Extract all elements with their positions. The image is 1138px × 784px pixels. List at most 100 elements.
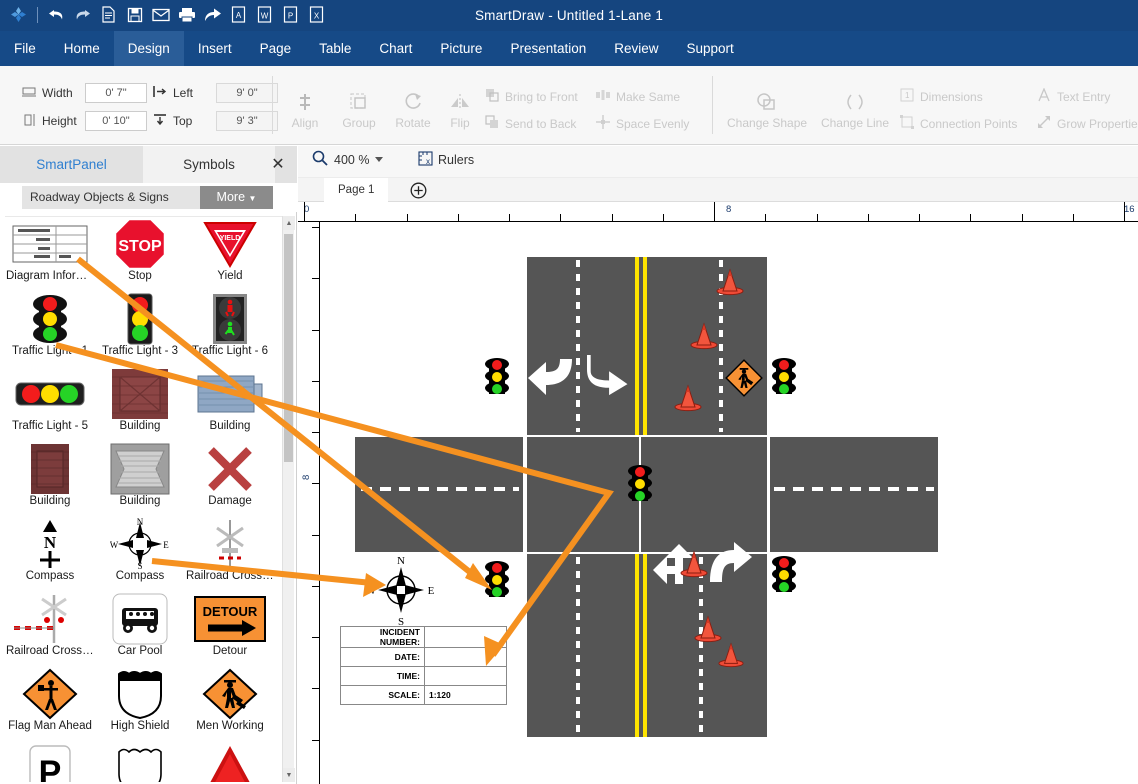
symbol-traffic-light-6[interactable]: Traffic Light - 6 bbox=[185, 292, 275, 367]
road-west-segment[interactable] bbox=[355, 436, 523, 553]
symbol-flag-man-ahead[interactable]: Flag Man Ahead bbox=[5, 667, 95, 742]
dimensions-button[interactable]: 1 Dimensions bbox=[900, 88, 983, 105]
symbol-compass-rose[interactable]: N S W E Compass bbox=[95, 517, 185, 592]
scrollbar-thumb[interactable] bbox=[284, 234, 293, 462]
bring-to-front-button[interactable]: Bring to Front bbox=[485, 88, 578, 105]
date-value[interactable] bbox=[425, 648, 507, 667]
traffic-cone[interactable] bbox=[673, 384, 695, 406]
rulers-toggle-button[interactable]: x Rulers bbox=[418, 151, 474, 169]
symbol-building-gray-roof[interactable]: Building bbox=[95, 442, 185, 517]
grow-properties-button[interactable]: Grow Properties bbox=[1037, 115, 1138, 132]
connection-points-button[interactable]: Connection Points bbox=[900, 115, 1017, 132]
arrow-right-turn-upper[interactable] bbox=[585, 355, 633, 400]
traffic-cone[interactable] bbox=[715, 268, 737, 290]
arrow-left-turn-upper[interactable] bbox=[526, 355, 574, 400]
align-button[interactable]: Align bbox=[277, 80, 333, 130]
scroll-down-icon[interactable]: ▼ bbox=[283, 768, 295, 782]
traffic-light-south-west[interactable] bbox=[483, 558, 511, 605]
symbol-railroad-crossing-sign[interactable]: Railroad Crossing... bbox=[185, 517, 275, 592]
send-to-back-button[interactable]: Send to Back bbox=[485, 115, 576, 132]
canvas-compass[interactable]: N S W E bbox=[364, 552, 436, 624]
symbol-car-pool[interactable]: Car Pool bbox=[95, 592, 185, 667]
symbol-detour[interactable]: DETOUR Detour bbox=[185, 592, 275, 667]
canvas-men-working-sign[interactable] bbox=[724, 358, 758, 392]
export-excel-icon[interactable]: X bbox=[306, 4, 327, 25]
symbol-men-working[interactable]: Men Working bbox=[185, 667, 275, 742]
tab-symbols[interactable]: Symbols bbox=[143, 146, 275, 183]
menu-item-picture[interactable]: Picture bbox=[426, 31, 496, 66]
menu-item-page[interactable]: Page bbox=[246, 31, 306, 66]
close-panel-icon[interactable]: ✕ bbox=[265, 146, 291, 183]
email-icon[interactable] bbox=[150, 4, 171, 25]
symbol-traffic-light-1[interactable]: Traffic Light - 1 bbox=[5, 292, 95, 367]
page-tab-1[interactable]: Page 1 bbox=[324, 178, 388, 202]
export-pdf-icon[interactable]: A bbox=[228, 4, 249, 25]
new-document-icon[interactable] bbox=[98, 4, 119, 25]
symbol-compass-north-cross[interactable]: N Compass bbox=[5, 517, 95, 592]
table-row[interactable]: TIME: bbox=[341, 667, 507, 686]
symbol-traffic-light-3[interactable]: Traffic Light - 3 bbox=[95, 292, 185, 367]
symbol-stop-sign[interactable]: STOP Stop bbox=[95, 217, 185, 292]
text-entry-button[interactable]: Text Entry bbox=[1037, 88, 1110, 105]
traffic-cone[interactable] bbox=[689, 322, 711, 344]
traffic-light-center[interactable] bbox=[626, 462, 654, 509]
drawing-canvas[interactable]: N S W E INCIDENT NUMBER: DATE: TIME: SCA… bbox=[321, 222, 1138, 784]
traffic-cone[interactable] bbox=[679, 550, 701, 572]
traffic-light-north-west[interactable] bbox=[483, 355, 511, 402]
export-powerpoint-icon[interactable]: P bbox=[280, 4, 301, 25]
table-row[interactable]: DATE: bbox=[341, 648, 507, 667]
change-line-button[interactable]: Change Line bbox=[818, 80, 892, 130]
menu-item-design[interactable]: Design bbox=[114, 31, 184, 66]
top-input[interactable]: 9' 3" bbox=[216, 111, 278, 131]
symbol-route-shield-blank[interactable] bbox=[95, 742, 185, 782]
symbol-yield-sign[interactable]: YIELD Yield bbox=[185, 217, 275, 292]
redo-icon[interactable] bbox=[72, 4, 93, 25]
menu-item-chart[interactable]: Chart bbox=[365, 31, 426, 66]
symbol-traffic-light-5[interactable]: Traffic Light - 5 bbox=[5, 367, 95, 442]
incident-number-value[interactable] bbox=[425, 627, 507, 648]
symbol-building-brick-tall[interactable]: Building bbox=[5, 442, 95, 517]
group-button[interactable]: Group bbox=[331, 80, 387, 130]
scale-value[interactable]: 1:120 bbox=[425, 686, 507, 705]
zoom-control[interactable]: 400 % bbox=[312, 150, 383, 169]
add-page-icon[interactable] bbox=[410, 182, 427, 202]
scroll-up-icon[interactable]: ▲ bbox=[283, 216, 295, 230]
menu-item-file[interactable]: File bbox=[0, 31, 50, 66]
smartdraw-logo-icon[interactable] bbox=[8, 4, 29, 25]
symbol-gallery[interactable]: Diagram Informat... STOP Stop bbox=[5, 216, 287, 782]
symbol-red-triangle[interactable] bbox=[185, 742, 275, 782]
traffic-light-north-east[interactable] bbox=[770, 355, 798, 402]
symbol-building-brick-dark[interactable]: Building bbox=[95, 367, 185, 442]
time-value[interactable] bbox=[425, 667, 507, 686]
table-row[interactable]: SCALE: 1:120 bbox=[341, 686, 507, 705]
flip-button[interactable]: Flip bbox=[432, 80, 488, 130]
menu-item-support[interactable]: Support bbox=[673, 31, 748, 66]
more-categories-button[interactable]: More ▼ bbox=[200, 186, 273, 209]
print-icon[interactable] bbox=[176, 4, 197, 25]
space-evenly-button[interactable]: Space Evenly bbox=[596, 115, 689, 132]
menu-item-presentation[interactable]: Presentation bbox=[496, 31, 600, 66]
undo-icon[interactable] bbox=[46, 4, 67, 25]
vertical-ruler[interactable]: 8 bbox=[298, 222, 320, 784]
make-same-button[interactable]: Make Same bbox=[596, 88, 680, 105]
symbol-railroad-crossing-gate[interactable]: Railroad Crossing... bbox=[5, 592, 95, 667]
menu-item-review[interactable]: Review bbox=[600, 31, 672, 66]
symbol-high-shield[interactable]: High Shield bbox=[95, 667, 185, 742]
export-word-icon[interactable]: W bbox=[254, 4, 275, 25]
symbol-gallery-scrollbar[interactable]: ▲ ▼ bbox=[282, 216, 294, 782]
arrow-right-turn-lower[interactable] bbox=[708, 542, 754, 587]
horizontal-ruler[interactable]: 0 8 16 bbox=[298, 202, 1138, 222]
chevron-down-icon[interactable] bbox=[375, 157, 383, 162]
incident-information-table[interactable]: INCIDENT NUMBER: DATE: TIME: SCALE: 1:12… bbox=[340, 626, 507, 705]
symbol-diagram-information[interactable]: Diagram Informat... bbox=[5, 217, 95, 292]
width-input[interactable]: 0' 7" bbox=[85, 83, 147, 103]
traffic-cone[interactable] bbox=[693, 615, 715, 637]
tab-smartpanel[interactable]: SmartPanel bbox=[0, 146, 143, 183]
share-icon[interactable] bbox=[202, 4, 223, 25]
symbol-parking[interactable]: P bbox=[5, 742, 95, 782]
menu-item-insert[interactable]: Insert bbox=[184, 31, 246, 66]
menu-item-table[interactable]: Table bbox=[305, 31, 365, 66]
table-row[interactable]: INCIDENT NUMBER: bbox=[341, 627, 507, 648]
height-input[interactable]: 0' 10" bbox=[85, 111, 147, 131]
change-shape-button[interactable]: Change Shape bbox=[727, 80, 807, 130]
